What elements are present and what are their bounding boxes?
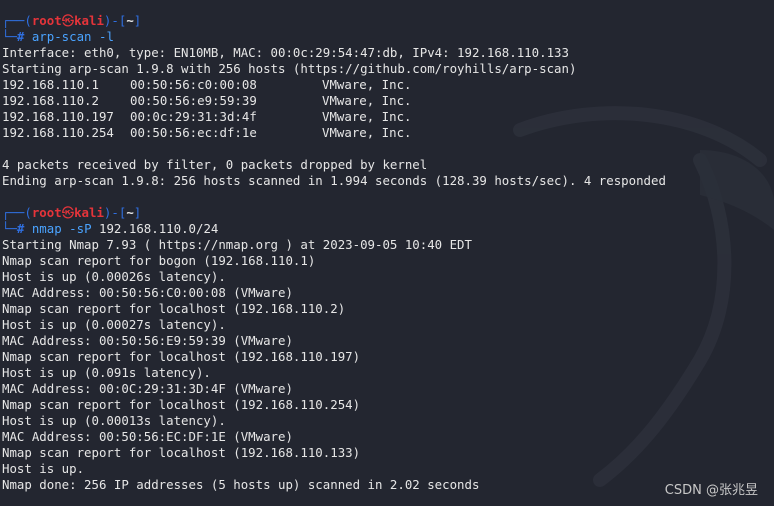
prompt-host: kali bbox=[74, 13, 104, 28]
arp-mac: 00:50:56:ec:df:1e bbox=[130, 125, 257, 140]
output-line: Interface: eth0, type: EN10MB, MAC: 00:0… bbox=[2, 45, 569, 60]
output-line: Nmap scan report for localhost (192.168.… bbox=[2, 301, 346, 316]
prompt-line-1: ┌──(root㉿kali)-[~] bbox=[2, 13, 772, 29]
arp-table-row: 192.168.110.1 00:50:56:c0:00:08 VMware, In… bbox=[2, 77, 772, 93]
arp-vendor: VMware, Inc. bbox=[322, 125, 412, 140]
prompt-hash: # bbox=[16, 29, 32, 44]
prompt-hash: # bbox=[16, 221, 32, 236]
output-line: Host is up (0.091s latency). bbox=[2, 365, 211, 380]
output-line: Nmap scan report for localhost (192.168.… bbox=[2, 445, 361, 460]
arp-ip: 192.168.110.1 bbox=[2, 77, 99, 92]
prompt-cwd: ~ bbox=[126, 205, 134, 220]
arp-vendor: VMware, Inc. bbox=[322, 77, 412, 92]
arp-vendor: VMware, Inc. bbox=[322, 109, 412, 124]
output-line: Nmap done: 256 IP addresses (5 hosts up)… bbox=[2, 477, 480, 492]
prompt-cut-line bbox=[2, 0, 772, 13]
prompt-at-symbol: ㉿ bbox=[61, 205, 75, 220]
output-line: Nmap scan report for bogon (192.168.110.… bbox=[2, 253, 316, 268]
output-line: Host is up. bbox=[2, 461, 85, 476]
prompt-corner: ┌──( bbox=[2, 13, 32, 28]
command: nmap bbox=[31, 221, 62, 236]
output-line: Starting arp-scan 1.9.8 with 256 hosts (… bbox=[2, 61, 577, 76]
prompt-at-symbol: ㉿ bbox=[61, 13, 75, 28]
prompt-user: root bbox=[31, 205, 62, 220]
arp-ip: 192.168.110.2 bbox=[2, 93, 99, 108]
command-line-1: └─# arp-scan -l bbox=[2, 29, 772, 45]
arp-table-row: 192.168.110.2 00:50:56:e9:59:39 VMware, In… bbox=[2, 93, 772, 109]
arp-table-row: 192.168.110.197 00:0c:29:31:3d:4f VMware, … bbox=[2, 109, 772, 125]
terminal-output: ┌──(root㉿kali)-[~] └─# arp-scan -l Inter… bbox=[2, 0, 772, 493]
prompt-cwd: ~ bbox=[126, 13, 134, 28]
output-line: Starting Nmap 7.93 ( https://nmap.org ) … bbox=[2, 237, 472, 252]
prompt-host: kali bbox=[74, 205, 104, 220]
output-line: Host is up (0.00027s latency). bbox=[2, 317, 226, 332]
arp-ip: 192.168.110.254 bbox=[2, 125, 114, 140]
prompt-user: root bbox=[31, 13, 62, 28]
prompt-corner: ┌──( bbox=[2, 205, 32, 220]
output-line: MAC Address: 00:0C:29:31:3D:4F (VMware) bbox=[2, 381, 293, 396]
prompt-bracket: )-[ bbox=[103, 13, 127, 28]
arp-mac: 00:50:56:e9:59:39 bbox=[130, 93, 257, 108]
arp-ip: 192.168.110.197 bbox=[2, 109, 114, 124]
output-line: Host is up (0.00013s latency). bbox=[2, 413, 226, 428]
command-arg: -sP bbox=[69, 221, 92, 236]
prompt-line-2: ┌──(root㉿kali)-[~] bbox=[2, 205, 772, 221]
prompt-corner-bottom: └─ bbox=[2, 221, 17, 236]
arp-table-row: 192.168.110.254 00:50:56:ec:df:1e VMware, … bbox=[2, 125, 772, 141]
arp-mac: 00:50:56:c0:00:08 bbox=[130, 77, 257, 92]
output-line: Nmap scan report for localhost (192.168.… bbox=[2, 349, 361, 364]
prompt-bracket: )-[ bbox=[103, 205, 127, 220]
command: arp-scan bbox=[31, 29, 92, 44]
prompt-corner-bottom: └─ bbox=[2, 29, 17, 44]
command-target: 192.168.110.0/24 bbox=[99, 221, 219, 236]
output-line: MAC Address: 00:50:56:E9:59:39 (VMware) bbox=[2, 333, 293, 348]
output-line: MAC Address: 00:50:56:EC:DF:1E (VMware) bbox=[2, 429, 293, 444]
command-line-2: └─# nmap -sP 192.168.110.0/24 bbox=[2, 221, 772, 237]
output-line: MAC Address: 00:50:56:C0:00:08 (VMware) bbox=[2, 285, 293, 300]
arp-vendor: VMware, Inc. bbox=[322, 93, 412, 108]
arp-mac: 00:0c:29:31:3d:4f bbox=[130, 109, 257, 124]
output-line: Nmap scan report for localhost (192.168.… bbox=[2, 397, 361, 412]
csdn-watermark: CSDN @张兆昱 bbox=[664, 483, 758, 498]
prompt-bracket-close: ] bbox=[133, 205, 142, 220]
output-line: Ending arp-scan 1.9.8: 256 hosts scanned… bbox=[2, 173, 666, 188]
output-line: 4 packets received by filter, 0 packets … bbox=[2, 157, 428, 172]
prompt-bracket-close: ] bbox=[133, 13, 142, 28]
command-arg: -l bbox=[99, 29, 114, 44]
output-line: Host is up (0.00026s latency). bbox=[2, 269, 226, 284]
